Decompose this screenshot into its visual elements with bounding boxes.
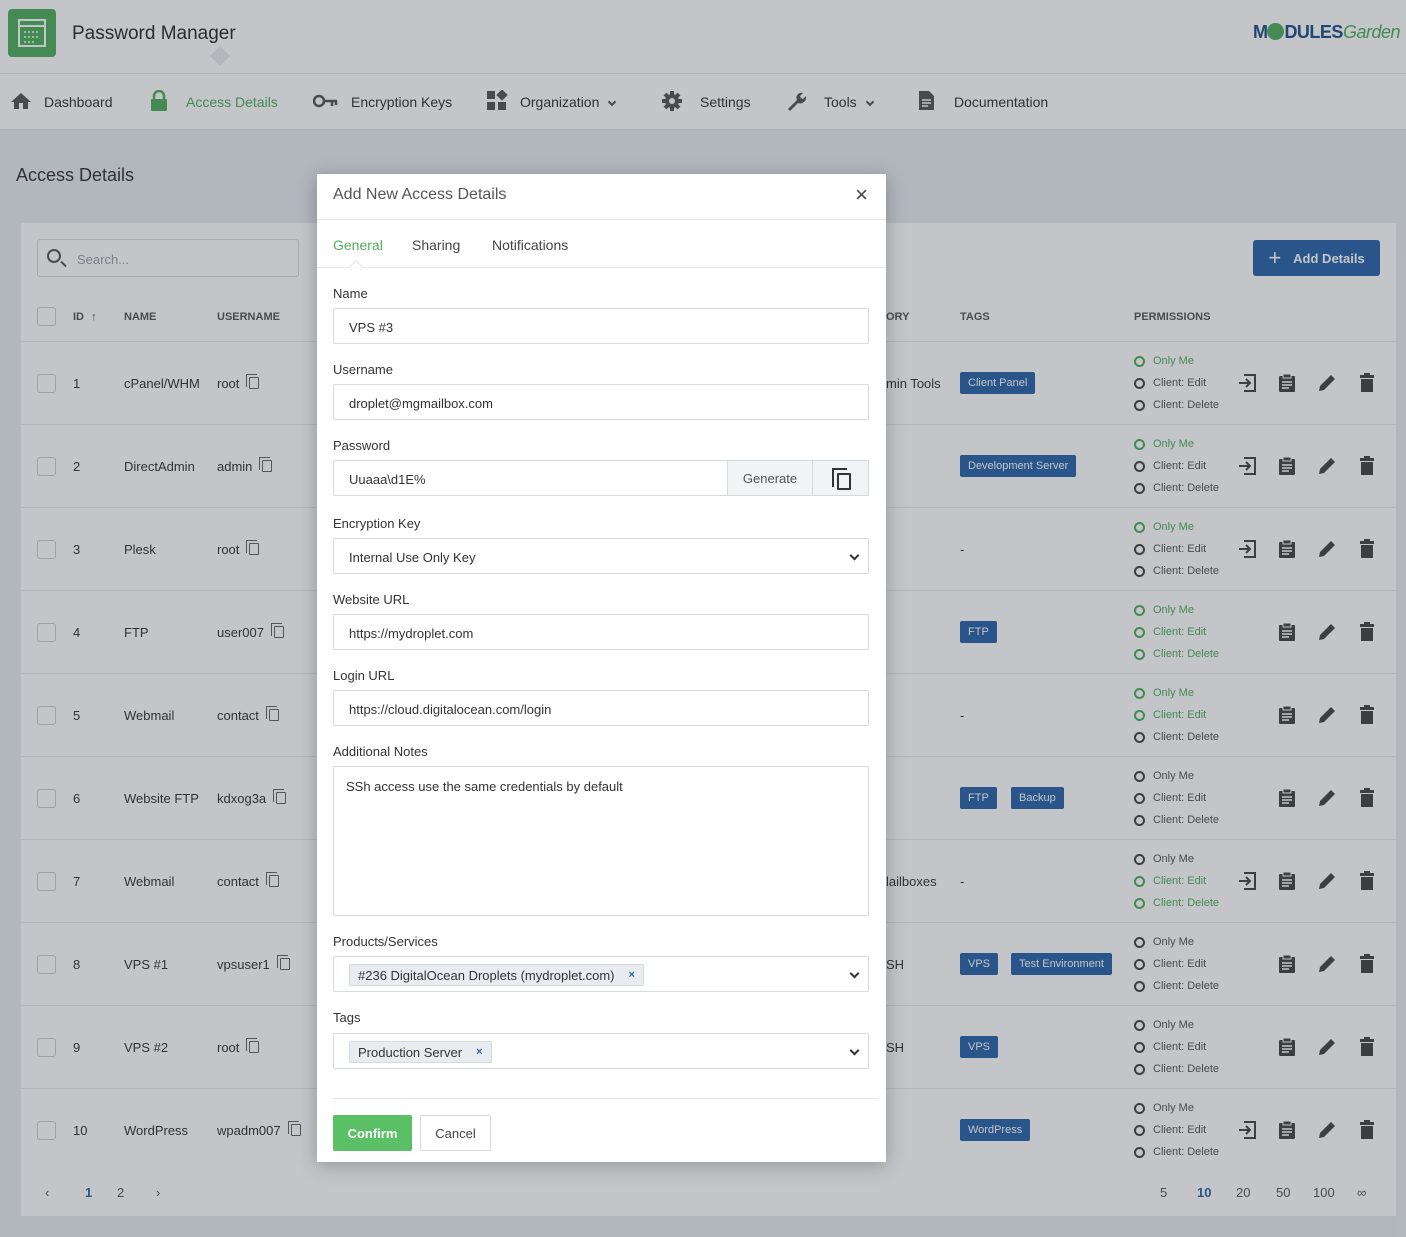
modal-tabs: General Sharing Notifications	[317, 220, 886, 268]
cancel-button[interactable]: Cancel	[420, 1115, 491, 1151]
tab-sharing[interactable]: Sharing	[412, 237, 460, 253]
encryption-key-select[interactable]: Internal Use Only Key	[333, 538, 869, 574]
username-field[interactable]: droplet@mgmailbox.com	[333, 384, 869, 420]
website-url-value: https://mydroplet.com	[349, 626, 474, 641]
chevron-down-icon	[849, 1043, 860, 1057]
username-value: droplet@mgmailbox.com	[349, 396, 493, 411]
remove-chip-icon[interactable]: ×	[476, 1046, 482, 1058]
website-url-label: Website URL	[333, 592, 410, 607]
name-label: Name	[333, 286, 368, 301]
tab-general[interactable]: General	[333, 237, 383, 253]
products-label: Products/Services	[333, 934, 438, 949]
chevron-down-icon	[849, 548, 860, 562]
modal-title: Add New Access Details	[333, 186, 507, 203]
notes-value: SSh access use the same credentials by d…	[346, 779, 623, 794]
product-chip: #236 DigitalOcean Droplets (mydroplet.co…	[349, 964, 644, 986]
copy-password-button[interactable]	[812, 460, 869, 496]
chevron-down-icon	[849, 966, 860, 980]
remove-chip-icon[interactable]: ×	[629, 969, 635, 981]
copy-icon	[831, 467, 851, 490]
products-select[interactable]: #236 DigitalOcean Droplets (mydroplet.co…	[333, 956, 869, 992]
password-value: Uuaaa\d1E%	[349, 472, 426, 487]
tags-select[interactable]: Production Server ×	[333, 1033, 869, 1069]
encryption-key-value: Internal Use Only Key	[349, 550, 476, 565]
footer-divider	[333, 1098, 878, 1099]
tab-notifications[interactable]: Notifications	[492, 237, 568, 253]
password-label: Password	[333, 438, 391, 453]
tag-chip: Production Server ×	[349, 1041, 492, 1063]
add-access-details-modal: Add New Access Details × General Sharing…	[317, 174, 886, 1162]
website-url-field[interactable]: https://mydroplet.com	[333, 614, 869, 650]
name-value: VPS #3	[349, 320, 394, 335]
generate-password-button[interactable]: Generate	[727, 460, 813, 496]
username-label: Username	[333, 362, 393, 377]
notes-label: Additional Notes	[333, 744, 428, 759]
notes-textarea[interactable]: SSh access use the same credentials by d…	[333, 766, 869, 916]
encryption-key-label: Encryption Key	[333, 516, 421, 531]
modal-header: Add New Access Details ×	[317, 174, 886, 220]
tags-label: Tags	[333, 1010, 361, 1025]
login-url-value: https://cloud.digitalocean.com/login	[349, 702, 552, 717]
login-url-label: Login URL	[333, 668, 395, 683]
name-field[interactable]: VPS #3	[333, 308, 869, 344]
password-field[interactable]: Uuaaa\d1E%	[333, 460, 728, 496]
close-icon[interactable]: ×	[855, 184, 868, 206]
login-url-field[interactable]: https://cloud.digitalocean.com/login	[333, 690, 869, 726]
confirm-button[interactable]: Confirm	[333, 1115, 412, 1151]
